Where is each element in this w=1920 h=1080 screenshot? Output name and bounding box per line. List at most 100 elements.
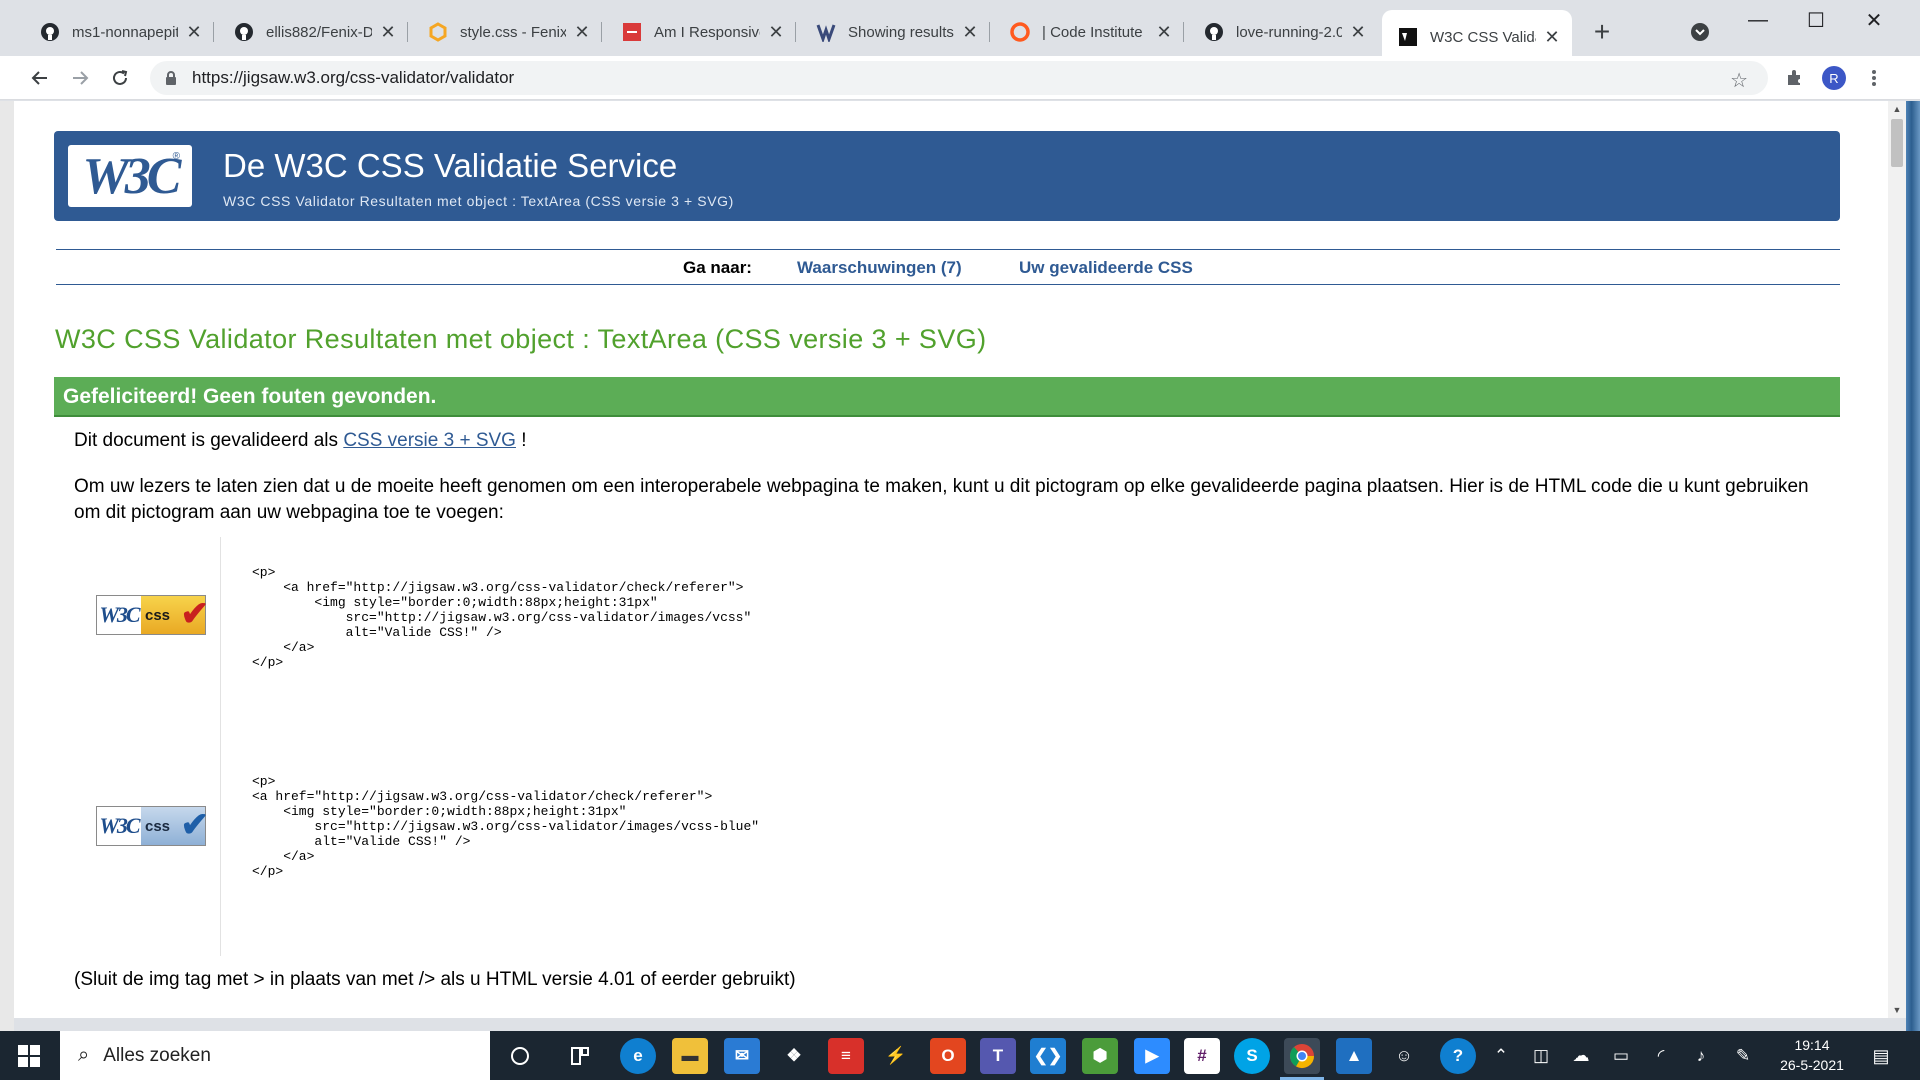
validated-line: Dit document is gevalideerd als CSS vers… (74, 430, 527, 451)
jump-label: Ga naar: (683, 258, 752, 277)
meet-now-icon[interactable]: ◫ (1528, 1043, 1554, 1069)
task-view-icon[interactable] (502, 1038, 538, 1074)
tab-title: ellis882/Fenix-Dr (266, 23, 372, 41)
w3c-logo[interactable]: W3C ® (68, 145, 192, 207)
reload-icon[interactable] (104, 62, 136, 94)
slack-icon[interactable]: # (1184, 1038, 1220, 1074)
css-version-link[interactable]: CSS versie 3 + SVG (343, 430, 516, 451)
menu-icon[interactable] (1858, 62, 1890, 94)
results-heading: W3C CSS Validator Resultaten met object … (55, 324, 987, 354)
extensions-icon[interactable] (1778, 62, 1810, 94)
mail-icon[interactable]: ✉ (724, 1038, 760, 1074)
chevron-up-icon[interactable]: ⌃ (1488, 1043, 1514, 1069)
validated-css-link[interactable]: Uw gevalideerde CSS (1019, 258, 1193, 278)
tab-title: W3C CSS Validat (1430, 28, 1536, 46)
volume-icon[interactable]: ♪ (1688, 1043, 1714, 1069)
success-message: Gefeliciteerd! Geen fouten gevonden. (63, 385, 437, 408)
pen-icon[interactable]: ✎ (1730, 1043, 1756, 1069)
close-tab-icon[interactable]: ✕ (378, 22, 398, 42)
page-header: W3C ® De W3C CSS Validatie Service W3C C… (54, 131, 1840, 221)
browser-tab[interactable]: | Code Institute ✕ (994, 14, 1184, 50)
valid-css-badge-blue[interactable]: W3C css ✔ (96, 806, 209, 846)
bookmark-star-icon[interactable]: ☆ (1730, 68, 1748, 93)
windows-taskbar: ⌕ Alles zoeken e ▬ ✉ ❖ ≡ ⚡ O T ❮❯ ⬢ ▶ # … (0, 1031, 1920, 1080)
tab-title: ms1-nonnapepita (72, 23, 178, 41)
vscode-icon[interactable]: ❮❯ (1030, 1038, 1066, 1074)
profile-avatar[interactable]: R (1818, 62, 1850, 94)
scroll-up-icon[interactable]: ▲ (1888, 101, 1906, 117)
valid-css-badge-gold[interactable]: W3C css ✔ (96, 595, 209, 635)
maximize-icon[interactable]: ☐ (1788, 0, 1844, 40)
code-institute-icon (1010, 22, 1030, 42)
browser-tab[interactable]: Am I Responsive ✕ (606, 14, 796, 50)
dropbox-icon[interactable]: ❖ (776, 1038, 812, 1074)
badge-html-code[interactable]: <p> <a href="http://jigsaw.w3.org/css-va… (252, 565, 751, 670)
page-title: De W3C CSS Validatie Service (223, 147, 678, 184)
browser-tabstrip: ms1-nonnapepita ✕ ellis882/Fenix-Dr ✕ st… (0, 0, 1920, 64)
forward-icon[interactable] (64, 62, 96, 94)
success-banner: Gefeliciteerd! Geen fouten gevonden. (54, 377, 1840, 417)
badge-snippet-blue: W3C css ✔ <p> <a href="http://jigsaw.w3.… (74, 746, 1774, 956)
warnings-link[interactable]: Waarschuwingen (7) (797, 258, 962, 278)
clock-time: 19:14 (1794, 1037, 1830, 1053)
file-explorer-icon[interactable]: ▬ (672, 1038, 708, 1074)
browser-tab[interactable]: Showing results f ✕ (800, 14, 990, 50)
edge-icon[interactable]: e (620, 1038, 656, 1074)
photos-icon[interactable]: ▲ (1336, 1038, 1372, 1074)
search-placeholder: Alles zoeken (103, 1044, 211, 1066)
footnote-text: (Sluit de img tag met > in plaats van me… (74, 969, 796, 990)
tab-search-icon[interactable] (1686, 18, 1714, 46)
scroll-down-icon[interactable]: ▼ (1888, 1002, 1906, 1018)
page-subtitle: W3C CSS Validator Resultaten met object … (223, 193, 734, 209)
taskbar-search-field[interactable]: ⌕ Alles zoeken (60, 1031, 490, 1080)
back-icon[interactable] (24, 62, 56, 94)
close-tab-icon[interactable]: ✕ (1154, 22, 1174, 42)
zoom-icon[interactable]: ▶ (1134, 1038, 1170, 1074)
url-text[interactable]: https://jigsaw.w3.org/css-validator/vali… (192, 68, 514, 88)
amiresponsive-icon (622, 22, 642, 42)
node-icon[interactable]: ⬢ (1082, 1038, 1118, 1074)
close-tab-icon[interactable]: ✕ (572, 22, 592, 42)
skype-icon[interactable]: S (1234, 1038, 1270, 1074)
jump-navigation: Ga naar: Waarschuwingen (7) Uw gevalidee… (56, 249, 1840, 285)
close-tab-icon[interactable]: ✕ (766, 22, 786, 42)
lock-icon[interactable] (162, 70, 180, 86)
close-tab-icon[interactable]: ✕ (184, 22, 204, 42)
office-icon[interactable]: O (930, 1038, 966, 1074)
browser-tab[interactable]: love-running-2.0 ✕ (1188, 14, 1378, 50)
evernote-icon[interactable]: ≡ (828, 1038, 864, 1074)
chrome-icon[interactable] (1284, 1038, 1320, 1074)
teams-icon[interactable]: T (980, 1038, 1016, 1074)
close-tab-icon[interactable]: ✕ (1542, 27, 1562, 47)
browser-tab[interactable]: ellis882/Fenix-Dr ✕ (218, 14, 408, 50)
page-viewport: W3C ® De W3C CSS Validatie Service W3C C… (14, 101, 1906, 1018)
wifi-icon[interactable]: ◜ (1648, 1043, 1674, 1069)
close-window-icon[interactable]: ✕ (1846, 0, 1902, 40)
github-icon (234, 22, 254, 42)
battery-icon[interactable]: ▭ (1608, 1043, 1634, 1069)
tab-title: style.css - Fenix-D (460, 23, 566, 41)
new-tab-button[interactable]: + (1586, 16, 1618, 48)
checkmark-icon: ✔ (180, 806, 210, 844)
browser-tab[interactable]: ms1-nonnapepita ✕ (24, 14, 214, 50)
desktop-edge (0, 101, 14, 1031)
close-tab-icon[interactable]: ✕ (960, 22, 980, 42)
w3c-icon (1398, 27, 1418, 47)
desktop-edge (1906, 101, 1920, 1031)
page-scrollbar[interactable]: ▲ ▼ (1888, 101, 1906, 1018)
minimize-icon[interactable]: — (1730, 0, 1786, 40)
github-icon (40, 22, 60, 42)
widgets-icon[interactable] (562, 1038, 598, 1074)
git-icon[interactable]: ⚡ (878, 1038, 914, 1074)
close-tab-icon[interactable]: ✕ (1348, 22, 1368, 42)
help-icon[interactable]: ? (1440, 1038, 1476, 1074)
emoji-icon[interactable]: ☺ (1386, 1038, 1422, 1074)
browser-tab[interactable]: style.css - Fenix-D ✕ (412, 14, 602, 50)
notifications-icon[interactable]: ▤ (1868, 1043, 1894, 1069)
address-bar[interactable]: https://jigsaw.w3.org/css-validator/vali… (150, 61, 1768, 95)
scrollbar-thumb[interactable] (1891, 119, 1903, 167)
system-clock[interactable]: 19:14 26-5-2021 (1764, 1035, 1860, 1075)
badge-html-code[interactable]: <p> <a href="http://jigsaw.w3.org/css-va… (252, 774, 759, 879)
windows-start-icon[interactable] (0, 1031, 58, 1080)
onedrive-icon[interactable]: ☁ (1568, 1043, 1594, 1069)
